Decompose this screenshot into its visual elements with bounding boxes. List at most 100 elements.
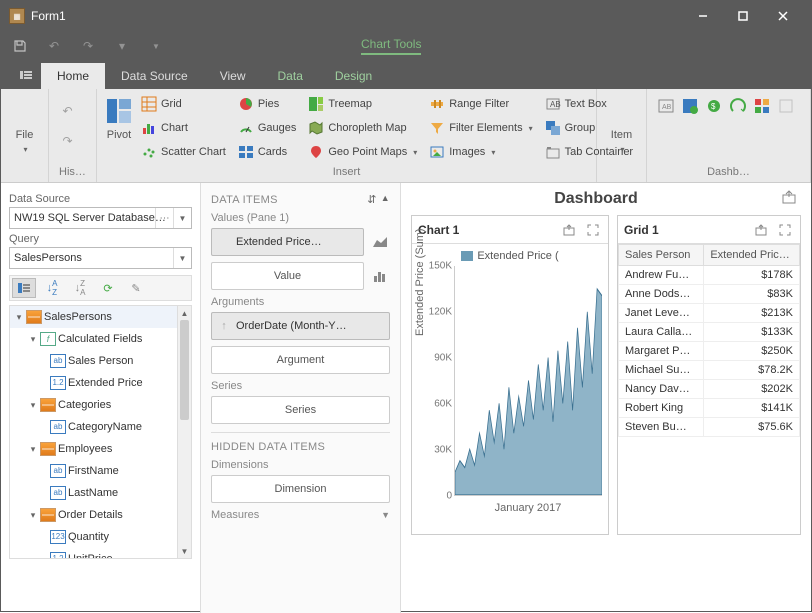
geopoint-button[interactable]: Geo Point Maps▾: [306, 141, 419, 163]
dash-btn-6[interactable]: [777, 97, 797, 117]
tab-data[interactable]: Data: [262, 63, 319, 89]
edit-button[interactable]: ✎: [124, 278, 148, 298]
dash-btn-4[interactable]: [729, 97, 749, 117]
quick-more-icon[interactable]: ▼: [147, 37, 165, 55]
sort-asc-button[interactable]: ↓AZ: [40, 278, 64, 298]
sort-desc-button[interactable]: ↓ZA: [68, 278, 92, 298]
item-button[interactable]: Item▾: [603, 93, 640, 164]
tab-view[interactable]: View: [204, 63, 262, 89]
cards-button[interactable]: Cards: [236, 141, 299, 163]
save-icon[interactable]: [11, 37, 29, 55]
chart-xlabel: January 2017: [454, 502, 602, 514]
pivot-button[interactable]: Pivot: [103, 93, 135, 164]
tree-salesperson[interactable]: abSales Person: [10, 350, 191, 372]
bar-chart-icon[interactable]: [370, 266, 390, 286]
redo-icon[interactable]: ↷: [79, 37, 97, 55]
tree-calculated[interactable]: ▾fCalculated Fields: [10, 328, 191, 350]
tree-categories[interactable]: ▾Categories: [10, 394, 191, 416]
pies-button[interactable]: Pies: [236, 93, 299, 115]
scroll-up-icon[interactable]: ▲: [178, 306, 191, 320]
grid-button[interactable]: Grid: [139, 93, 228, 115]
datasource-combo[interactable]: NW19 SQL Server Database… ⋯ ▼: [9, 207, 192, 229]
tree-extprice[interactable]: 1.2Extended Price: [10, 372, 191, 394]
maximize-button[interactable]: [723, 1, 763, 31]
group-fields-button[interactable]: [12, 278, 36, 298]
dash-btn-2[interactable]: [681, 97, 701, 117]
table-row[interactable]: Laura Calla…$133K: [619, 323, 800, 342]
tab-home[interactable]: Home: [41, 63, 105, 89]
series-slot[interactable]: Series: [211, 396, 390, 424]
grid-maximize-icon[interactable]: [776, 221, 794, 239]
choropleth-button[interactable]: Choropleth Map: [306, 117, 419, 139]
tree-employees[interactable]: ▾Employees: [10, 438, 191, 460]
table-row[interactable]: Steven Bu…$75.6K: [619, 418, 800, 437]
argument-slot-orderdate[interactable]: ↑ OrderDate (Month-Y…: [211, 312, 390, 340]
transpose-icon[interactable]: ⇵: [367, 193, 377, 206]
query-combo[interactable]: SalesPersons ▼: [9, 247, 192, 269]
dashboard-title: Dashboard: [411, 190, 781, 208]
tree-lastname[interactable]: abLastName: [10, 482, 191, 504]
area-chart-icon[interactable]: [370, 232, 390, 252]
dimensions-label: Dimensions: [211, 459, 390, 471]
dashboard-export-icon[interactable]: [781, 189, 801, 209]
dash-btn-5[interactable]: [753, 97, 773, 117]
table-icon: [40, 442, 56, 456]
value-slot-empty[interactable]: Value: [211, 262, 364, 290]
chart-maximize-icon[interactable]: [584, 221, 602, 239]
images-button[interactable]: Images▾: [427, 141, 534, 163]
table-row[interactable]: Janet Leve…$213K: [619, 304, 800, 323]
close-button[interactable]: [763, 1, 803, 31]
datasource-ellipsis-button[interactable]: ⋯: [155, 208, 173, 228]
rangefilter-button[interactable]: Range Filter: [427, 93, 534, 115]
tree-root[interactable]: ▾SalesPersons: [10, 306, 191, 328]
tree-quantity[interactable]: 123Quantity: [10, 526, 191, 548]
file-tab-icon[interactable]: [11, 61, 41, 89]
treemap-button[interactable]: Treemap: [306, 93, 419, 115]
filterelements-button[interactable]: Filter Elements▾: [427, 117, 534, 139]
redo-button[interactable]: ↷: [63, 134, 83, 154]
table-row[interactable]: Andrew Fu…$178K: [619, 266, 800, 285]
table-row[interactable]: Michael Su…$78.2K: [619, 361, 800, 380]
gauges-button[interactable]: Gauges: [236, 117, 299, 139]
dimension-slot[interactable]: Dimension: [211, 475, 390, 503]
scroll-thumb[interactable]: [180, 320, 189, 420]
tab-datasource[interactable]: Data Source: [105, 63, 204, 89]
quick-dropdown-icon[interactable]: ▾: [113, 37, 131, 55]
scatter-button[interactable]: Scatter Chart: [139, 141, 228, 163]
undo-icon[interactable]: ↶: [45, 37, 63, 55]
argument-slot-empty[interactable]: Argument: [211, 346, 390, 374]
tree-firstname[interactable]: abFirstName: [10, 460, 191, 482]
tree-orderdetails[interactable]: ▾Order Details: [10, 504, 191, 526]
tree-unitprice[interactable]: 1.2UnitPrice: [10, 548, 191, 559]
grid-col-extprice[interactable]: Extended Price …: [704, 245, 800, 266]
dash-btn-1[interactable]: AB: [657, 97, 677, 117]
table-row[interactable]: Robert King$141K: [619, 399, 800, 418]
tree-scrollbar[interactable]: ▲ ▼: [177, 306, 191, 558]
file-button[interactable]: File▾: [7, 93, 42, 164]
chart-export-icon[interactable]: [560, 221, 578, 239]
value-slot-extprice[interactable]: Extended Price…: [211, 228, 364, 256]
datasource-dropdown-button[interactable]: ▼: [173, 208, 191, 228]
grid-widget: Grid 1 Sales Person Extended Price … And…: [617, 215, 801, 535]
minimize-button[interactable]: [683, 1, 723, 31]
tree-categoryname[interactable]: abCategoryName: [10, 416, 191, 438]
tab-design[interactable]: Design: [319, 63, 388, 89]
chart-button[interactable]: Chart: [139, 117, 228, 139]
undo-button[interactable]: ↶: [63, 104, 83, 124]
svg-text:$: $: [711, 102, 716, 111]
chart-widget: Chart 1 Extended Price ( Extended Price …: [411, 215, 609, 535]
table-row[interactable]: Anne Dods…$83K: [619, 285, 800, 304]
table-row[interactable]: Nancy Dav…$202K: [619, 380, 800, 399]
file-group-label: [7, 164, 42, 180]
query-dropdown-button[interactable]: ▼: [173, 248, 191, 268]
table-row[interactable]: Margaret P…$250K: [619, 342, 800, 361]
chart-plotarea[interactable]: [454, 266, 602, 496]
grid-export-icon[interactable]: [752, 221, 770, 239]
query-label: Query: [9, 233, 192, 245]
scroll-down-icon[interactable]: ▼: [178, 544, 191, 558]
dash-btn-3[interactable]: $: [705, 97, 725, 117]
ytick-150k: 150K: [429, 261, 452, 272]
refresh-button[interactable]: ⟳: [96, 278, 120, 298]
grid-col-salesperson[interactable]: Sales Person: [619, 245, 704, 266]
collapse-icon[interactable]: ▲: [381, 193, 390, 206]
